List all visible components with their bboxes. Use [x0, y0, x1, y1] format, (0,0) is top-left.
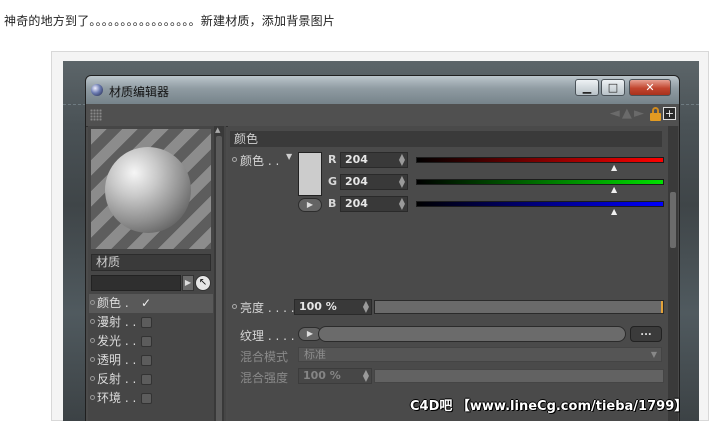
channel-item-diffusion[interactable]: 漫射 . .: [89, 313, 213, 332]
material-preview[interactable]: [91, 129, 211, 249]
grip-icon[interactable]: [90, 109, 102, 121]
channel-label: 透明 . .: [97, 353, 137, 367]
color-swatch[interactable]: [298, 152, 322, 196]
mix-mode-dropdown[interactable]: 标准 ▼: [298, 347, 662, 362]
minimize-button[interactable]: ▁: [575, 79, 599, 96]
watermark-text: C4D吧 【www.lineCg.com/tieba/1799】: [410, 399, 688, 414]
slider-marker-icon[interactable]: ▲: [611, 185, 617, 194]
left-scroll-thumb[interactable]: [216, 136, 222, 421]
keyframe-dot-icon[interactable]: [232, 304, 237, 309]
slider-marker-icon[interactable]: ▲: [611, 163, 617, 172]
channel-checkbox[interactable]: [141, 336, 152, 347]
channel-list: 颜色 . ✓ 漫射 . . 发光 . . 透明 . . 反射 . . 环境 . …: [89, 294, 213, 408]
keyframe-dot-icon: [90, 357, 95, 362]
window-title: 材质编辑器: [109, 85, 170, 99]
title-bar[interactable]: 材质编辑器 ▁ □ ✕: [86, 76, 679, 104]
material-link-field[interactable]: [91, 275, 181, 291]
channel-item-luminance[interactable]: 发光 . .: [89, 332, 213, 351]
mix-strength-slider: [374, 369, 664, 383]
slider-marker-icon[interactable]: ▲: [611, 207, 617, 216]
keyframe-dot-icon: [90, 376, 95, 381]
material-name-field[interactable]: 材质: [91, 254, 211, 271]
texture-more-button[interactable]: ...: [630, 326, 662, 342]
mix-mode-label: 混合模式: [240, 350, 289, 364]
material-editor-window: 材质编辑器 ▁ □ ✕ ◄ ▲ ► + ▲ 材质 ▶ ↖ 颜色 . ✓ 漫射 .…: [85, 75, 680, 421]
channel-checkbox[interactable]: [141, 317, 152, 328]
channel-checkbox[interactable]: [141, 393, 152, 404]
texture-field[interactable]: [318, 326, 626, 342]
g-label: G: [328, 175, 338, 188]
mix-strength-value: 100 %: [303, 369, 341, 382]
spinner-icon[interactable]: ▲ ▼: [399, 175, 405, 189]
close-button[interactable]: ✕: [629, 79, 671, 96]
color-expand-button[interactable]: ▶: [298, 198, 322, 212]
brightness-slider-fill-edge: [661, 301, 663, 313]
color-label: 颜色 . .: [240, 154, 280, 168]
channel-item-transparency[interactable]: 透明 . .: [89, 351, 213, 370]
spinner-icon[interactable]: ▲ ▼: [399, 153, 405, 167]
g-slider[interactable]: ▲: [416, 179, 664, 194]
lock-icon[interactable]: [650, 107, 661, 121]
g-value-field[interactable]: 204 ▲ ▼: [340, 174, 408, 190]
g-value: 204: [345, 175, 368, 188]
top-caption: 神奇的地方到了。。。。。。。。。。。。。。。。。新建材质，添加背景图片: [4, 14, 336, 28]
brightness-value: 100 %: [299, 300, 337, 313]
b-label: B: [328, 197, 337, 210]
toolbar: ◄ ▲ ► +: [86, 104, 679, 127]
left-panel: ▲ 材质 ▶ ↖ 颜色 . ✓ 漫射 . . 发光 . . 透明 . . 反射 …: [88, 126, 226, 421]
spinner-icon[interactable]: ▲ ▼: [399, 197, 405, 211]
section-header: 颜色: [230, 131, 662, 147]
keyframe-dot-icon: [90, 300, 95, 305]
scroll-up-arrow-icon[interactable]: ▲: [215, 126, 220, 134]
b-value-field[interactable]: 204 ▲ ▼: [340, 196, 408, 212]
expand-arrow-button[interactable]: ▶: [182, 275, 194, 291]
r-label: R: [328, 153, 337, 166]
channel-item-environment[interactable]: 环境 . .: [89, 389, 213, 408]
texture-label: 纹理 . . . .: [240, 329, 295, 343]
channel-item-reflection[interactable]: 反射 . .: [89, 370, 213, 389]
channel-label: 颜色 .: [97, 296, 129, 310]
spinner-icon[interactable]: ▲ ▼: [363, 300, 369, 314]
new-window-icon[interactable]: +: [663, 107, 676, 120]
channel-checkbox[interactable]: [141, 355, 152, 366]
keyframe-dot-icon: [90, 338, 95, 343]
r-value-field[interactable]: 204 ▲ ▼: [340, 152, 408, 168]
channel-label: 发光 . .: [97, 334, 137, 348]
keyframe-dot-icon[interactable]: [232, 157, 237, 162]
mix-mode-value: 标准: [304, 348, 326, 361]
screenshot-area: 材质编辑器 ▁ □ ✕ ◄ ▲ ► + ▲ 材质 ▶ ↖ 颜色 . ✓ 漫射 .…: [63, 61, 699, 421]
brightness-slider[interactable]: [374, 300, 664, 314]
b-slider[interactable]: ▲: [416, 201, 664, 216]
channel-item-color[interactable]: 颜色 . ✓: [89, 294, 213, 313]
brightness-label: 亮度 . . . .: [240, 301, 295, 315]
channel-checkbox[interactable]: ✓: [141, 297, 152, 309]
pick-cursor-icon[interactable]: ↖: [195, 275, 211, 291]
channel-label: 漫射 . .: [97, 315, 137, 329]
brightness-field[interactable]: 100 % ▲ ▼: [294, 299, 372, 315]
spinner-icon: ▲ ▼: [362, 368, 369, 383]
dropdown-triangle-icon[interactable]: ▼: [286, 152, 292, 161]
right-scroll-thumb[interactable]: [670, 192, 676, 248]
keyframe-dot-icon: [90, 319, 95, 324]
cinema4d-app-icon: [91, 84, 103, 96]
preview-sphere: [105, 147, 191, 233]
b-value: 204: [345, 197, 368, 210]
channel-label: 反射 . .: [97, 372, 137, 386]
chevron-down-icon: ▼: [650, 350, 657, 359]
r-value: 204: [345, 153, 368, 166]
r-slider[interactable]: ▲: [416, 157, 664, 172]
keyframe-dot-icon: [90, 395, 95, 400]
left-scrollbar[interactable]: ▲: [214, 126, 224, 421]
mix-strength-field[interactable]: 100 % ▲ ▼: [298, 368, 372, 384]
mix-strength-label: 混合强度: [240, 371, 289, 385]
channel-checkbox[interactable]: [141, 374, 152, 385]
maximize-button[interactable]: □: [601, 79, 625, 96]
channel-label: 环境 . .: [97, 391, 137, 405]
right-panel: 颜色 颜色 . . ▼ R 204 ▲ ▼ ▲ G 204 ▲ ▼ ▲ ▶ B …: [228, 126, 679, 421]
right-scrollbar[interactable]: [668, 126, 678, 421]
navigation-arrows-icon[interactable]: ◄ ▲ ►: [610, 106, 644, 121]
